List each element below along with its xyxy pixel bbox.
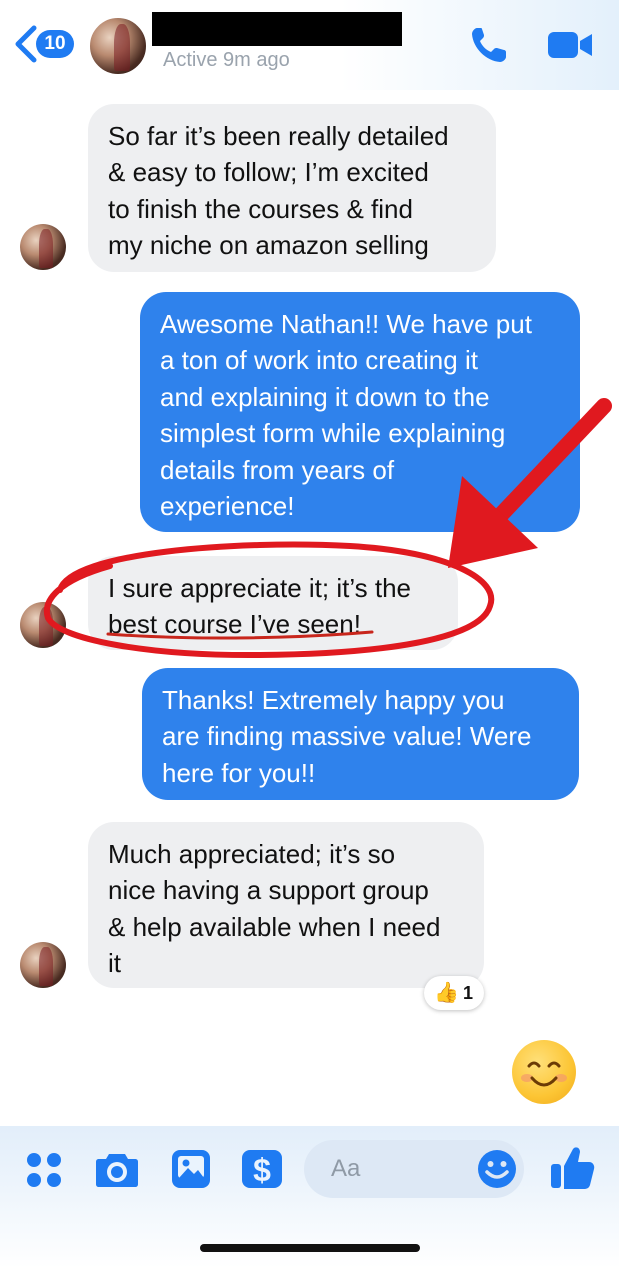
emoji-icon[interactable] xyxy=(476,1148,518,1190)
contact-avatar[interactable] xyxy=(88,16,148,76)
message-line: here for you!! xyxy=(162,757,316,788)
message-line: Thanks! Extremely happy you xyxy=(162,685,505,715)
message-line: & easy to follow; I’m excited xyxy=(108,157,429,188)
message-line: simplest form while explaining xyxy=(160,418,506,449)
message-input-placeholder: Aa xyxy=(331,1155,361,1182)
message-line: experience! xyxy=(160,491,295,522)
message-line: details from years of xyxy=(160,454,395,485)
message-line: nice having a support group xyxy=(108,875,429,906)
message-line: and explaining it down to the xyxy=(160,381,490,412)
incoming-message-bubble[interactable]: Much appreciated; it’s so nice having a … xyxy=(88,822,484,988)
photo-icon[interactable] xyxy=(170,1148,212,1190)
outgoing-message-bubble[interactable]: Awesome Nathan!! We have put a ton of wo… xyxy=(140,292,580,532)
thumbs-up-reaction-icon: 👍 xyxy=(434,982,459,1004)
message-line: Much appreciated; it’s so xyxy=(108,839,396,869)
apps-grid-icon[interactable] xyxy=(24,1150,64,1190)
smiling-face-icon xyxy=(521,1061,567,1087)
reaction-badge[interactable]: 👍 1 xyxy=(424,976,484,1010)
outgoing-message-bubble[interactable]: Thanks! Extremely happy you are finding … xyxy=(142,668,579,800)
sender-avatar[interactable] xyxy=(20,942,66,988)
unread-count-badge[interactable]: 10 xyxy=(36,30,74,58)
video-camera-icon[interactable] xyxy=(546,24,596,64)
message-input[interactable]: Aa xyxy=(304,1140,524,1198)
message-line: to finish the courses & find xyxy=(108,193,413,224)
svg-text:$: $ xyxy=(253,1152,271,1188)
thumbs-up-icon[interactable] xyxy=(548,1144,596,1192)
message-line: a ton of work into creating it xyxy=(160,345,478,376)
message-line: I sure appreciate it; it’s the xyxy=(108,573,412,603)
dollar-icon[interactable]: $ xyxy=(240,1148,284,1190)
message-line: my niche on amazon selling xyxy=(108,230,429,261)
sender-avatar[interactable] xyxy=(20,224,66,270)
message-composer: $ Aa xyxy=(0,1126,619,1268)
incoming-message-bubble[interactable]: I sure appreciate it; it’s the best cour… xyxy=(88,556,458,650)
camera-icon[interactable] xyxy=(94,1148,140,1190)
sender-avatar[interactable] xyxy=(20,602,66,648)
message-line: are finding massive value! Were xyxy=(162,721,532,752)
phone-icon[interactable] xyxy=(468,24,514,66)
message-line: Awesome Nathan!! We have put xyxy=(160,309,532,339)
home-indicator[interactable] xyxy=(200,1244,420,1252)
message-line: it xyxy=(108,948,121,979)
reaction-count: 1 xyxy=(463,983,474,1003)
smiling-face-emoji[interactable] xyxy=(512,1040,576,1104)
contact-name-redacted[interactable] xyxy=(152,12,402,46)
message-line: best course I’ve seen! xyxy=(108,609,361,640)
message-line: So far it’s been really detailed xyxy=(108,121,449,151)
chat-header: 10 Active 9m ago xyxy=(0,0,619,90)
incoming-message-bubble[interactable]: So far it’s been really detailed & easy … xyxy=(88,104,496,272)
active-status: Active 9m ago xyxy=(163,49,290,71)
message-line: & help available when I need xyxy=(108,911,441,942)
